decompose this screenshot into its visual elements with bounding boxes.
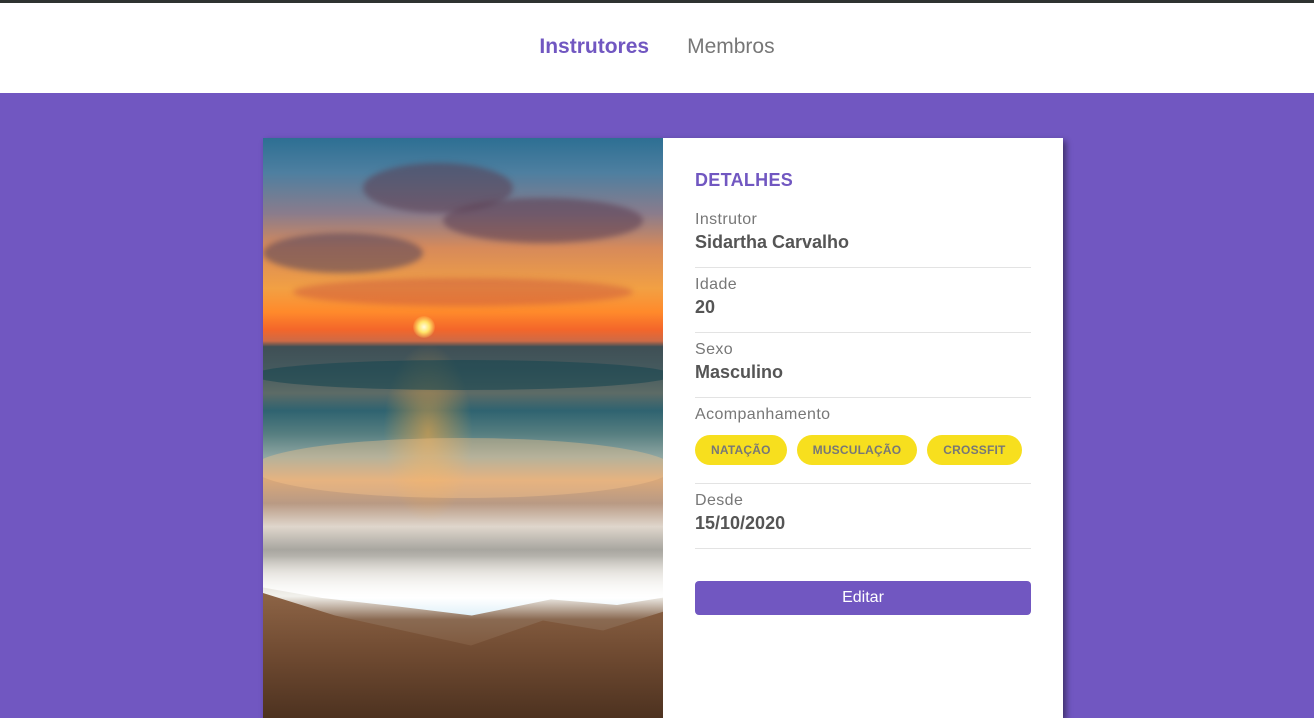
field-instrutor: Instrutor Sidartha Carvalho — [695, 203, 1031, 268]
field-desde: Desde 15/10/2020 — [695, 484, 1031, 549]
tag-natacao: NATAÇÃO — [695, 435, 787, 465]
details-title: DETALHES — [695, 170, 794, 190]
field-label: Acompanhamento — [695, 406, 831, 423]
tag-crossfit: CROSSFIT — [927, 435, 1022, 465]
wave-shape — [263, 360, 663, 390]
cloud-shape — [293, 278, 633, 306]
field-value: Masculino — [695, 362, 784, 382]
wave-shape — [263, 438, 663, 498]
field-label: Sexo — [695, 341, 734, 358]
nav-link-membros[interactable]: Membros — [687, 36, 775, 57]
field-value: 20 — [695, 297, 716, 317]
field-label: Idade — [695, 276, 738, 293]
edit-button[interactable]: Editar — [695, 581, 1031, 615]
sun-icon — [413, 316, 435, 338]
tag-musculacao: MUSCULAÇÃO — [796, 435, 918, 465]
field-value: Sidartha Carvalho — [695, 232, 850, 252]
field-idade: Idade 20 — [695, 268, 1031, 333]
nav-link-instrutores[interactable]: Instrutores — [539, 36, 649, 57]
top-nav: Instrutores Membros — [0, 3, 1314, 93]
main-content: DETALHES Instrutor Sidartha Carvalho Ida… — [0, 93, 1314, 718]
cloud-shape — [443, 198, 643, 243]
cloud-shape — [263, 233, 423, 273]
field-sexo: Sexo Masculino — [695, 333, 1031, 398]
details-panel: DETALHES Instrutor Sidartha Carvalho Ida… — [663, 138, 1063, 718]
field-acompanhamento: Acompanhamento NATAÇÃO MUSCULAÇÃO CROSSF… — [695, 398, 1031, 484]
instructor-photo — [263, 138, 663, 718]
tag-list: NATAÇÃO MUSCULAÇÃO CROSSFIT — [695, 435, 1031, 465]
field-label: Desde — [695, 492, 744, 509]
field-label: Instrutor — [695, 211, 758, 228]
instructor-card: DETALHES Instrutor Sidartha Carvalho Ida… — [263, 138, 1063, 718]
field-value: 15/10/2020 — [695, 513, 786, 533]
